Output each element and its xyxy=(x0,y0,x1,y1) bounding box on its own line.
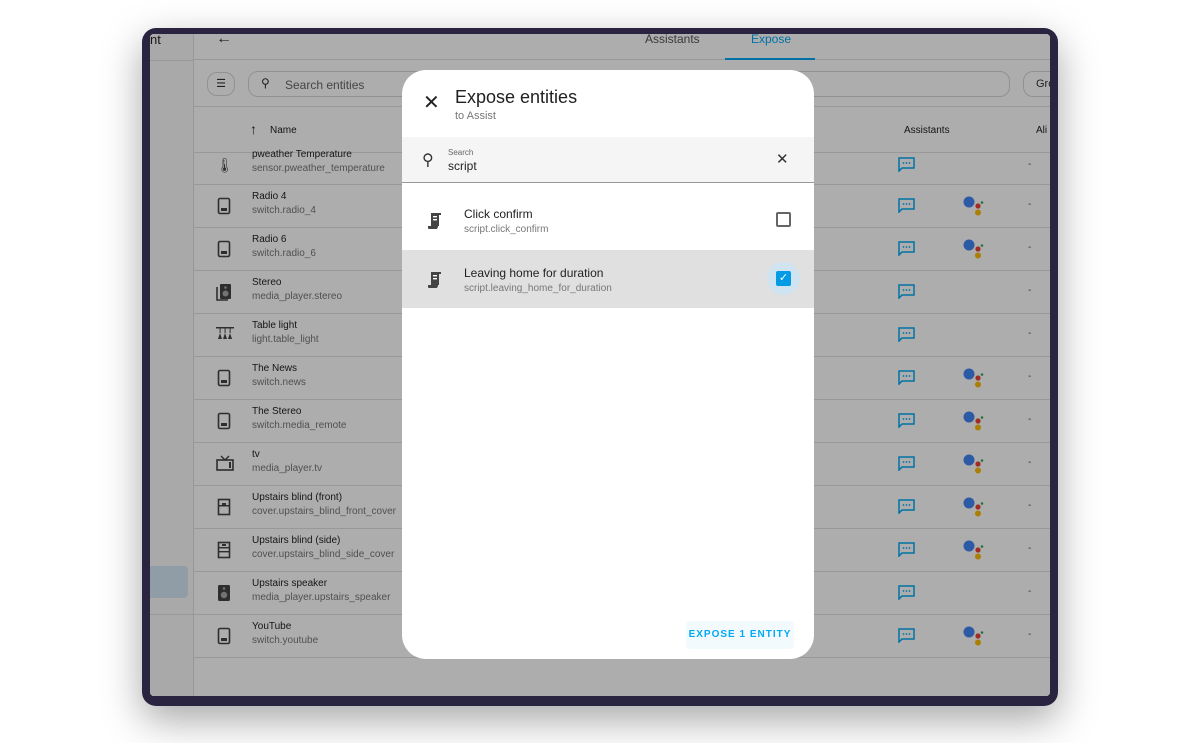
search-label: Search xyxy=(448,148,474,157)
search-value[interactable]: script xyxy=(448,159,477,173)
dialog-list-item[interactable]: Click confirm script.click_confirm xyxy=(402,191,814,249)
item-entity-id: script.leaving_home_for_duration xyxy=(464,283,612,294)
clear-search-icon[interactable]: ✕ xyxy=(776,150,789,168)
dialog-list-item[interactable]: Leaving home for duration script.leaving_… xyxy=(402,250,814,308)
script-text-icon xyxy=(427,271,443,289)
close-icon[interactable]: ✕ xyxy=(423,90,440,115)
dialog-search-input[interactable]: ⚲ Search script ✕ xyxy=(402,137,814,183)
item-checkbox[interactable]: ✓ xyxy=(776,271,791,286)
item-name: Click confirm xyxy=(464,207,533,221)
script-text-icon xyxy=(427,212,443,230)
dialog-title: Expose entities xyxy=(455,87,578,107)
item-entity-id: script.click_confirm xyxy=(464,224,549,235)
item-name: Leaving home for duration xyxy=(464,266,604,280)
search-icon: ⚲ xyxy=(422,152,434,169)
expose-entities-dialog: ✕ Expose entities to Assist ⚲ Search scr… xyxy=(402,70,814,659)
expose-entity-button[interactable]: EXPOSE 1 ENTITY xyxy=(686,621,794,649)
dialog-subtitle: to Assist xyxy=(455,110,496,122)
item-checkbox[interactable] xyxy=(776,212,791,227)
